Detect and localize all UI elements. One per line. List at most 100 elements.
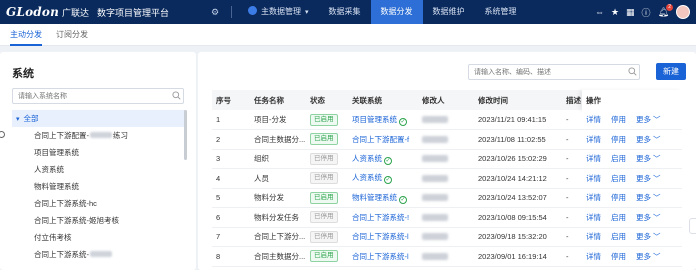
tree-item[interactable]: 人资系统: [12, 161, 186, 178]
tab-1[interactable]: 订阅分发: [56, 24, 88, 46]
settings-icon[interactable]: ⚙: [205, 7, 225, 18]
details-link[interactable]: 详情: [586, 135, 601, 144]
redacted-text: [90, 251, 112, 257]
redacted-text: [422, 174, 448, 182]
details-link[interactable]: 详情: [586, 193, 601, 202]
cell-actions: 详情 启用 更多 ﹀: [582, 227, 682, 247]
search-icon[interactable]: [172, 91, 181, 100]
star-icon[interactable]: ★: [611, 7, 619, 18]
toggle-link[interactable]: 启用: [611, 174, 626, 183]
brand-name-cn: 广联达: [62, 7, 90, 18]
menu-item-0[interactable]: 主数据管理 ▾: [238, 0, 319, 24]
expand-icon[interactable]: ⇔: [595, 7, 604, 17]
cell-status: 已停用: [306, 149, 348, 169]
tree-item[interactable]: 合同上下游配置- 练习: [12, 127, 186, 144]
search-icon[interactable]: [628, 67, 637, 76]
cell-modifier: [418, 129, 474, 150]
redacted-text: [422, 213, 448, 221]
system-link[interactable]: 合同上下游系统-!: [352, 213, 409, 222]
menu-item-label: 主数据管理: [261, 7, 301, 16]
avatar[interactable]: [676, 5, 690, 19]
system-search-input[interactable]: [12, 88, 184, 104]
table-row: 2 合同主数据分... 已启用 合同上下游配置-f 2023/11/08 11:02:5…: [212, 129, 682, 150]
system-link[interactable]: 项目管理系统: [352, 115, 397, 124]
tree-item[interactable]: 合同上下游系统-: [12, 246, 186, 263]
tree-item[interactable]: 合同上下游系统-姬旭考核: [12, 212, 186, 229]
cell-time: 2023/09/01 16:19:14: [474, 246, 562, 267]
scrollbar[interactable]: [184, 110, 187, 160]
cell-index: 4: [212, 168, 250, 189]
toggle-link[interactable]: 停用: [611, 115, 626, 124]
more-link[interactable]: 更多: [636, 252, 651, 261]
more-link[interactable]: 更多: [636, 174, 651, 183]
tree-item-label: 人资系统: [34, 165, 64, 174]
tree-item[interactable]: 合同上下游系统-hc: [12, 195, 186, 212]
cell-status: 已停用: [306, 168, 348, 189]
details-link[interactable]: 详情: [586, 252, 601, 261]
cell-desc: -: [562, 227, 582, 247]
details-link[interactable]: 详情: [586, 213, 601, 222]
column-header: 任务名称: [250, 90, 306, 110]
cell-time: 2023/11/08 11:02:55: [474, 129, 562, 150]
toggle-link[interactable]: 停用: [611, 252, 626, 261]
more-link[interactable]: 更多: [636, 115, 651, 124]
system-link[interactable]: 人资系统: [352, 154, 382, 163]
menu-item-4[interactable]: 系统管理: [475, 0, 527, 24]
system-link[interactable]: 物料管理系统: [352, 193, 397, 202]
cell-index: 8: [212, 246, 250, 267]
tree-item[interactable]: 物料管理系统: [12, 178, 186, 195]
tree-item-label: 全部: [23, 114, 39, 123]
toggle-link[interactable]: 停用: [611, 193, 626, 202]
panel-title: 系统: [12, 68, 34, 80]
redacted-text: [422, 155, 448, 163]
menu-item-2[interactable]: 数据分发: [370, 0, 423, 24]
cell-actions: 详情 启用 更多 ﹀: [582, 149, 682, 169]
cell-system: 人资系统 ✓: [348, 149, 418, 169]
cell-actions: 详情 停用 更多 ﹀: [582, 129, 682, 150]
task-search-input[interactable]: [468, 64, 640, 80]
tree-item-label: 项目管理系统: [34, 148, 79, 157]
menu-item-3[interactable]: 数据维护: [423, 0, 475, 24]
more-link[interactable]: 更多: [636, 135, 651, 144]
more-link[interactable]: 更多: [636, 154, 651, 163]
grid-icon[interactable]: ▦: [626, 7, 635, 18]
more-link[interactable]: 更多: [636, 193, 651, 202]
tree-item-suffix: 练习: [113, 131, 128, 140]
tree-root[interactable]: ▾ 全部: [12, 110, 186, 127]
toggle-link[interactable]: 启用: [611, 154, 626, 163]
tab-0[interactable]: 主动分发: [10, 24, 42, 46]
cell-desc: -: [562, 188, 582, 208]
system-link[interactable]: 合同上下游系统-l: [352, 232, 409, 241]
toggle-link[interactable]: 停用: [611, 135, 626, 144]
check-circle-icon: ✓: [384, 176, 392, 185]
notification-badge: 2: [666, 3, 673, 11]
more-link[interactable]: 更多: [636, 232, 651, 241]
status-badge: 已停用: [310, 211, 338, 224]
cell-task-name: 项目-分发: [250, 110, 306, 130]
menu-item-1[interactable]: 数据采集: [319, 0, 371, 24]
logo: GLodon 广联达 数字项目管理平台: [0, 5, 205, 19]
info-icon[interactable]: ⓘ: [642, 6, 651, 19]
tree-item[interactable]: 项目管理系统: [12, 144, 186, 161]
tree-item[interactable]: 付立伟考核: [12, 229, 186, 246]
details-link[interactable]: 详情: [586, 174, 601, 183]
side-handle[interactable]: [689, 218, 696, 234]
new-button[interactable]: 新建: [656, 63, 686, 80]
system-link[interactable]: 合同上下游配置-f: [352, 135, 409, 144]
bell-icon[interactable]: 🔔︎ 2: [658, 3, 673, 18]
cell-status: 已停用: [306, 207, 348, 228]
details-link[interactable]: 详情: [586, 115, 601, 124]
details-link[interactable]: 详情: [586, 232, 601, 241]
system-link[interactable]: 合同上下游系统-l: [352, 252, 409, 261]
top-navigation-bar: GLodon 广联达 数字项目管理平台 ⚙ 主数据管理 ▾ 数据采集 数据分发 数据维护…: [0, 0, 696, 24]
chevron-down-icon: ﹀: [653, 212, 661, 222]
cell-modifier: [418, 188, 474, 208]
app-title: 数字项目管理平台: [97, 7, 170, 18]
task-table: 序号 任务名称 状态 关联系统 修改人 修改时间 描述 操作 1 项目-分发 已启用 项目管理系统 ✓…: [212, 90, 682, 267]
cell-task-name: 合同主数据分...: [250, 129, 306, 150]
more-link[interactable]: 更多: [636, 213, 651, 222]
details-link[interactable]: 详情: [586, 154, 601, 163]
system-link[interactable]: 人资系统: [352, 173, 382, 182]
toggle-link[interactable]: 启用: [611, 213, 626, 222]
toggle-link[interactable]: 启用: [611, 232, 626, 241]
